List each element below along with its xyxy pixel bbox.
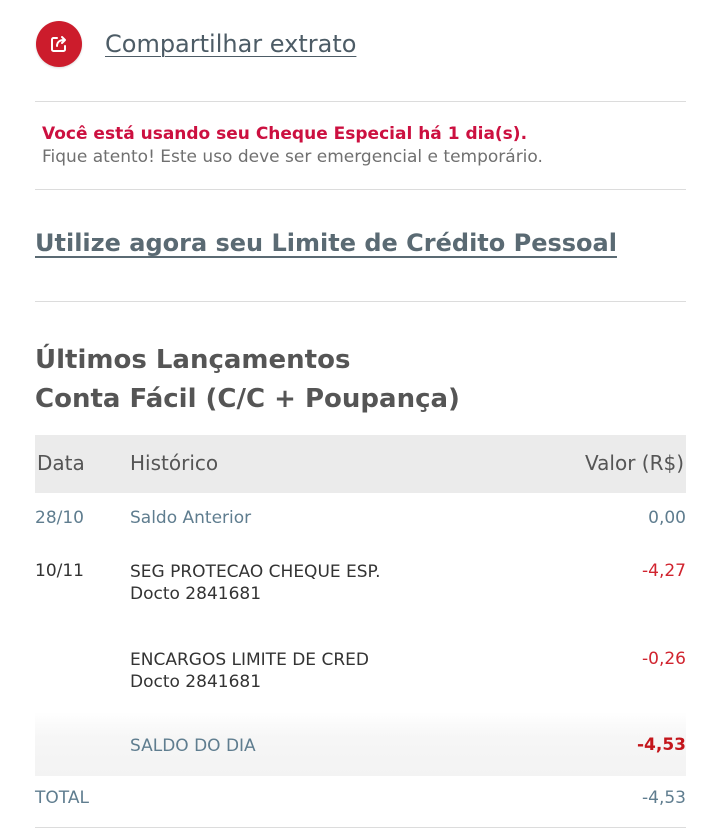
row-value: -0,26 (642, 649, 686, 669)
header-value: Valor (R$) (585, 451, 684, 475)
row-doc: Docto 2841681 (130, 672, 262, 692)
header-date: Data (37, 451, 85, 475)
header-history: Histórico (130, 451, 219, 475)
section-title: Últimos Lançamentos Conta Fácil (C/C + P… (35, 341, 460, 419)
day-balance-label: SALDO DO DIA (130, 736, 256, 756)
row-value: -4,27 (642, 561, 686, 581)
divider (35, 827, 686, 828)
row-history: Saldo Anterior (130, 508, 252, 528)
alert-title: Você está usando seu Cheque Especial há … (42, 124, 528, 144)
divider (35, 189, 686, 190)
share-icon[interactable] (36, 21, 82, 67)
section-title-line2: Conta Fácil (C/C + Poupança) (35, 384, 460, 414)
overdraft-alert: Você está usando seu Cheque Especial há … (42, 122, 543, 168)
total-value: -4,53 (642, 788, 686, 808)
row-doc: Docto 2841681 (130, 584, 262, 604)
row-date: 10/11 (35, 561, 84, 581)
divider (35, 101, 686, 102)
alert-body: Fique atento! Este uso deve ser emergenc… (42, 147, 543, 167)
section-title-line1: Últimos Lançamentos (35, 345, 351, 375)
row-history: SEG PROTECAO CHEQUE ESP. (130, 562, 381, 582)
day-balance-value: -4,53 (637, 735, 686, 755)
row-value: 0,00 (648, 508, 686, 528)
share-icon-glyph (51, 36, 66, 52)
share-extract-row[interactable]: Compartilhar extrato (36, 21, 356, 67)
table-header: Data Histórico Valor (R$) (35, 435, 686, 493)
personal-credit-link[interactable]: Utilize agora seu Limite de Crédito Pess… (35, 229, 617, 257)
share-extract-link[interactable]: Compartilhar extrato (105, 30, 356, 58)
total-label: TOTAL (35, 788, 89, 808)
row-date: 28/10 (35, 508, 84, 528)
divider (35, 301, 686, 302)
row-history: ENCARGOS LIMITE DE CRED (130, 650, 369, 670)
